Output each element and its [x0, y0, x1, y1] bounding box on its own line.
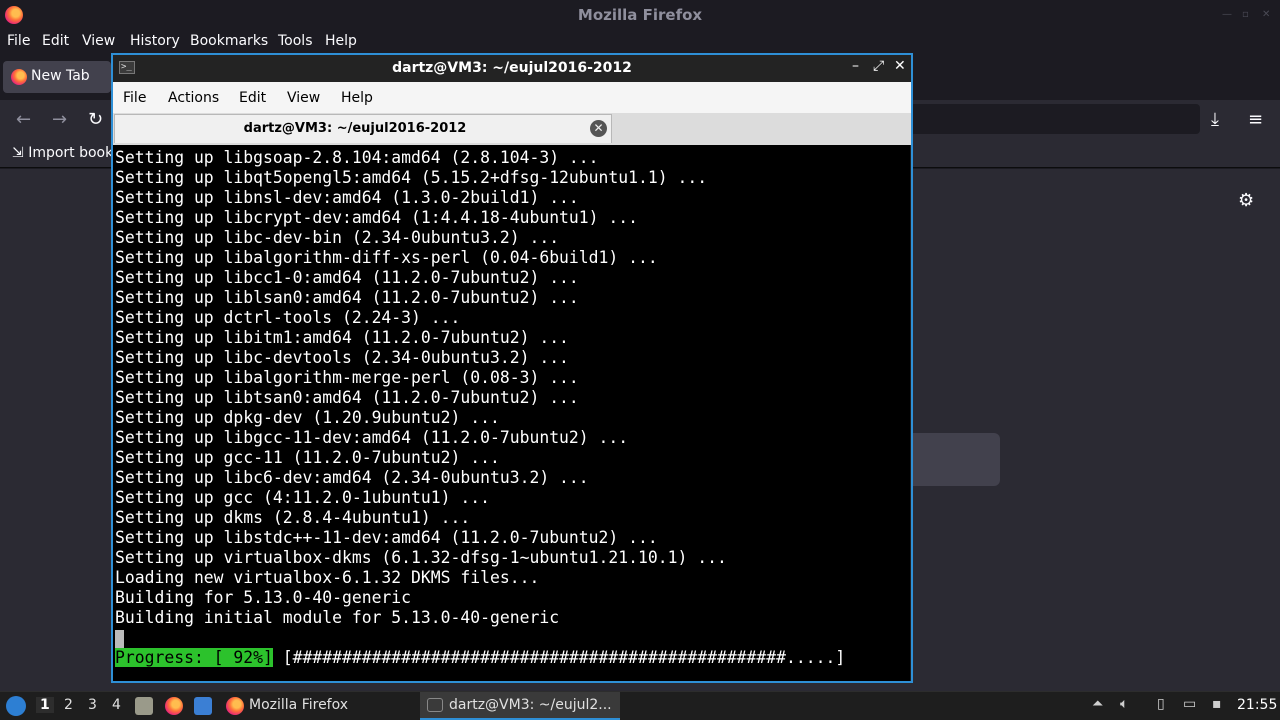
progress-line: Progress: [ 92%] [######################… [115, 648, 911, 668]
terminal-line: Setting up libc-devtools (2.34-0ubuntu3.… [115, 348, 569, 367]
terminal-line: Setting up libstdc++-11-dev:amd64 (11.2.… [115, 528, 658, 547]
url-bar[interactable] [910, 104, 1200, 134]
volume-icon[interactable]: 🔈︎ [1120, 696, 1128, 712]
close-icon[interactable]: ✕ [894, 58, 906, 74]
maximize-icon[interactable]: ▫ [1242, 9, 1252, 20]
terminal-line: Setting up libalgorithm-merge-perl (0.08… [115, 368, 579, 387]
firefox-menubar: File Edit View History Bookmarks Tools H… [0, 30, 1280, 54]
task-firefox[interactable]: Mozilla Firefox [220, 692, 420, 720]
terminal-line: Setting up gcc (4:11.2.0-1ubuntu1) ... [115, 488, 490, 507]
terminal-line: Setting up libnsl-dev:amd64 (1.3.0-2buil… [115, 188, 579, 207]
terminal-line: Setting up dctrl-tools (2.24-3) ... [115, 308, 461, 327]
firefox-window-title: Mozilla Firefox [577, 6, 703, 24]
download-icon[interactable]: ⤓ [1211, 109, 1219, 130]
terminal-line: Setting up libqt5opengl5:amd64 (5.15.2+d… [115, 168, 708, 187]
tab-label: New Tab [31, 68, 90, 84]
terminal-output[interactable]: Setting up libgsoap-2.8.104:amd64 (2.8.1… [113, 145, 911, 681]
terminal-line: Setting up libtsan0:amd64 (11.2.0-7ubunt… [115, 388, 579, 407]
network-icon[interactable]: ▭ [1183, 696, 1196, 712]
workspace-1[interactable]: 1 [36, 697, 54, 713]
terminal-titlebar: >_ dartz@VM3: ~/eujul2016-2012 – ⤢ ✕ [113, 55, 911, 82]
terminal-window-title: dartz@VM3: ~/eujul2016-2012 [392, 60, 632, 76]
newtab-search-box[interactable] [900, 433, 1000, 486]
close-tab-icon[interactable]: ✕ [590, 120, 607, 137]
import-bookmarks-link[interactable]: ⇲ Import book [12, 145, 113, 161]
firefox-launcher-icon[interactable] [165, 697, 183, 715]
workspace-4[interactable]: 4 [112, 697, 121, 713]
terminal-line: Setting up libgcc-11-dev:amd64 (11.2.0-7… [115, 428, 629, 447]
menu-edit[interactable]: Edit [42, 33, 69, 49]
terminal-line: Building initial module for 5.13.0-40-ge… [115, 608, 560, 627]
tray-up-icon[interactable]: ⏶ [1092, 696, 1103, 712]
progress-bar-text: [#######################################… [272, 648, 846, 667]
workspace-3[interactable]: 3 [88, 697, 97, 713]
firefox-task-icon [226, 697, 244, 715]
terminal-line: Setting up libitm1:amd64 (11.2.0-7ubuntu… [115, 328, 569, 347]
desktop-icon[interactable] [194, 697, 212, 715]
clock: 21:55 [1237, 697, 1278, 713]
terminal-scrollbar[interactable] [910, 145, 911, 681]
cursor-line [115, 628, 911, 648]
forward-icon[interactable]: → [52, 109, 67, 130]
terminal-line: Building for 5.13.0-40-generic [115, 588, 412, 607]
tab-new-tab[interactable]: New Tab [3, 61, 111, 93]
terminal-tabbar: dartz@VM3: ~/eujul2016-2012 ✕ [113, 113, 911, 145]
terminal-task-icon [427, 698, 443, 712]
menu-tools[interactable]: Tools [278, 33, 313, 49]
menu-help[interactable]: Help [325, 33, 357, 49]
file-manager-icon[interactable] [135, 697, 153, 715]
terminal-line: Setting up libgsoap-2.8.104:amd64 (2.8.1… [115, 148, 599, 167]
import-bookmarks-label: Import book [28, 145, 114, 161]
terminal-line: Loading new virtualbox-6.1.32 DKMS files… [115, 568, 540, 587]
menu-edit[interactable]: Edit [239, 90, 266, 106]
maximize-icon[interactable]: ⤢ [873, 58, 884, 74]
terminal-line: Setting up dpkg-dev (1.20.9ubuntu2) ... [115, 408, 500, 427]
notification-icon[interactable]: ▪ [1212, 696, 1222, 712]
menu-view[interactable]: View [82, 33, 115, 49]
text-cursor [115, 629, 124, 648]
firefox-tab-icon [11, 69, 27, 85]
terminal-tab-label: dartz@VM3: ~/eujul2016-2012 [243, 121, 467, 136]
hamburger-menu-icon[interactable]: ≡ [1248, 109, 1263, 130]
gear-icon[interactable]: ⚙ [1238, 190, 1254, 211]
terminal-line: Setting up libcrypt-dev:amd64 (1:4.4.18-… [115, 208, 639, 227]
terminal-lines: Setting up libgsoap-2.8.104:amd64 (2.8.1… [115, 148, 911, 628]
taskbar: 1 2 3 4 Mozilla Firefox dartz@VM3: ~/euj… [0, 691, 1280, 720]
task-label: Mozilla Firefox [249, 697, 349, 713]
terminal-line: Setting up liblsan0:amd64 (11.2.0-7ubunt… [115, 288, 579, 307]
minimize-icon[interactable]: — [1222, 9, 1232, 20]
start-menu-icon[interactable] [6, 696, 26, 716]
back-icon[interactable]: ← [16, 109, 31, 130]
close-icon[interactable]: ✕ [1262, 9, 1272, 20]
terminal-line: Setting up gcc-11 (11.2.0-7ubuntu2) ... [115, 448, 500, 467]
terminal-line: Setting up virtualbox-dkms (6.1.32-dfsg-… [115, 548, 727, 567]
menu-history[interactable]: History [130, 33, 180, 49]
firefox-titlebar: Mozilla Firefox — ▫ ✕ [0, 0, 1280, 30]
terminal-window: >_ dartz@VM3: ~/eujul2016-2012 – ⤢ ✕ Fil… [111, 53, 913, 683]
minimize-icon[interactable]: – [852, 58, 859, 74]
menu-file[interactable]: File [123, 90, 146, 106]
menu-file[interactable]: File [7, 33, 30, 49]
menu-bookmarks[interactable]: Bookmarks [190, 33, 268, 49]
task-label: dartz@VM3: ~/eujul2... [449, 697, 612, 713]
progress-label: Progress: [ 92%] [115, 648, 273, 667]
menu-view[interactable]: View [287, 90, 320, 106]
terminal-line: Setting up libalgorithm-diff-xs-perl (0.… [115, 248, 658, 267]
terminal-line: Setting up libc6-dev:amd64 (2.34-0ubuntu… [115, 468, 589, 487]
terminal-tab[interactable]: dartz@VM3: ~/eujul2016-2012 ✕ [114, 114, 612, 143]
terminal-line: Setting up libcc1-0:amd64 (11.2.0-7ubunt… [115, 268, 579, 287]
menu-help[interactable]: Help [341, 90, 373, 106]
clipboard-icon[interactable]: ▯ [1157, 696, 1165, 712]
menu-actions[interactable]: Actions [168, 90, 219, 106]
terminal-menubar: File Actions Edit View Help [113, 82, 911, 113]
reload-icon[interactable]: ↻ [88, 109, 103, 130]
workspace-2[interactable]: 2 [64, 697, 73, 713]
terminal-line: Setting up dkms (2.8.4-4ubuntu1) ... [115, 508, 471, 527]
terminal-line: Setting up libc-dev-bin (2.34-0ubuntu3.2… [115, 228, 560, 247]
task-terminal[interactable]: dartz@VM3: ~/eujul2... [420, 692, 620, 720]
